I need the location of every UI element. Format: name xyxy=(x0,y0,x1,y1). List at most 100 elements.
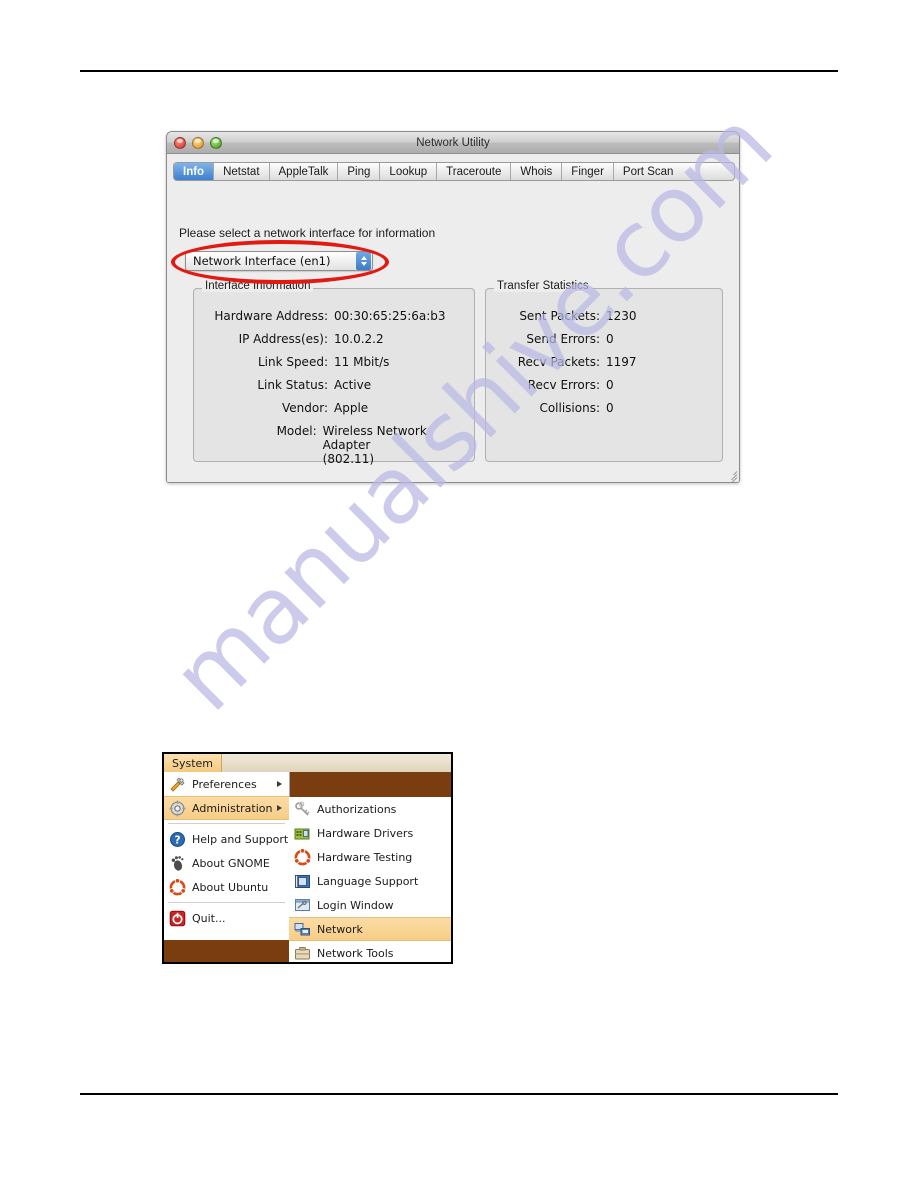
network-interface-select[interactable]: Network Interface (en1) xyxy=(185,251,373,271)
field-label: Send Errors: xyxy=(526,332,600,346)
menu-item-administration[interactable]: Administration xyxy=(164,796,289,820)
help-question-icon: ? xyxy=(169,831,186,848)
stepper-arrows-icon[interactable] xyxy=(356,252,371,270)
window-titlebar[interactable]: Network Utility xyxy=(167,132,739,154)
field-value: 0 xyxy=(606,332,614,346)
field-row: Hardware Address: 00:30:65:25:6a:b3 xyxy=(204,309,464,323)
field-label: Vendor: xyxy=(282,401,328,415)
tab-traceroute[interactable]: Traceroute xyxy=(437,163,512,180)
administration-submenu: Authorizations Hardware Drivers Hardware… xyxy=(289,797,451,962)
power-quit-icon xyxy=(169,910,186,927)
field-label: Link Speed: xyxy=(257,355,328,369)
network-tools-icon xyxy=(294,945,311,962)
field-row: Link Speed: 11 Mbit/s xyxy=(204,355,464,369)
administration-gear-icon xyxy=(169,800,186,817)
table-row: Collisions: 0 xyxy=(496,401,712,415)
field-value: 0 xyxy=(606,378,614,392)
network-computers-icon xyxy=(294,921,311,938)
table-row: Recv Errors: 0 xyxy=(496,378,712,392)
submenu-item-network[interactable]: Network xyxy=(289,917,451,941)
window-content: Info Netstat AppleTalk Ping Lookup Trace… xyxy=(167,154,739,482)
tab-lookup[interactable]: Lookup xyxy=(380,163,438,180)
tab-netstat[interactable]: Netstat xyxy=(214,163,270,180)
page-footer-rule xyxy=(80,1093,838,1095)
menu-column-filler xyxy=(164,930,289,940)
field-value: Apple xyxy=(334,401,369,415)
submenu-item-label: Network xyxy=(317,922,363,936)
network-interface-select-value: Network Interface (en1) xyxy=(193,254,331,268)
field-value: Wireless Network Adapter (802.11) xyxy=(322,424,427,466)
submenu-item-hardware-testing[interactable]: Hardware Testing xyxy=(289,845,451,869)
field-label: Recv Packets: xyxy=(517,355,600,369)
window-title: Network Utility xyxy=(416,136,490,149)
chevron-up-icon xyxy=(360,256,367,260)
interface-information-group: Interface Information Hardware Address: … xyxy=(193,280,475,466)
menu-item-label: Preferences xyxy=(192,777,257,791)
menu-item-about-gnome[interactable]: About GNOME xyxy=(164,851,289,875)
submenu-item-login-window[interactable]: Login Window xyxy=(289,893,451,917)
tab-info[interactable]: Info xyxy=(174,163,215,180)
system-menu-column: Preferences Administration ? Help and Su… xyxy=(164,772,290,940)
submenu-item-label: Login Window xyxy=(317,898,394,912)
submenu-arrow-icon xyxy=(277,805,282,811)
transfer-statistics-group: Transfer Statistics Sent Packets: 1230 S… xyxy=(485,280,723,462)
field-row: Link Status: Active xyxy=(204,378,464,392)
menu-separator xyxy=(168,902,285,903)
menu-item-quit[interactable]: Quit... xyxy=(164,906,289,930)
submenu-item-language-support[interactable]: Language Support xyxy=(289,869,451,893)
menu-item-label: Quit... xyxy=(192,911,226,925)
ubuntu-logo-icon xyxy=(169,877,186,896)
menu-item-label: About GNOME xyxy=(192,856,270,870)
field-value: 1197 xyxy=(606,355,637,369)
tab-bar: Info Netstat AppleTalk Ping Lookup Trace… xyxy=(173,162,735,181)
submenu-item-label: Hardware Testing xyxy=(317,850,413,864)
table-row: Recv Packets: 1197 xyxy=(496,355,712,369)
keys-icon xyxy=(294,800,311,818)
panel-menu-system[interactable]: System xyxy=(164,754,223,772)
table-row: Send Errors: 0 xyxy=(496,332,712,346)
field-value: 0 xyxy=(606,401,614,415)
field-value: 1230 xyxy=(606,309,637,323)
field-row: IP Address(es): 10.0.2.2 xyxy=(204,332,464,346)
gnome-foot-icon xyxy=(169,855,186,872)
gnome-system-menu: System Preferences Administration ? Help… xyxy=(162,752,453,964)
resize-grip-icon[interactable] xyxy=(724,467,738,482)
interface-information-title: Interface Information xyxy=(202,280,314,292)
field-label: Model: xyxy=(276,424,317,438)
table-row: Sent Packets: 1230 xyxy=(496,309,712,323)
field-label: Hardware Address: xyxy=(214,309,328,323)
field-label: Link Status: xyxy=(257,378,328,392)
submenu-item-authorizations[interactable]: Authorizations xyxy=(289,797,451,821)
field-row: Model: Wireless Network Adapter (802.11) xyxy=(204,424,464,466)
submenu-item-hardware-drivers[interactable]: Hardware Drivers xyxy=(289,821,451,845)
menu-item-label: Help and Support xyxy=(192,832,289,846)
submenu-item-label: Authorizations xyxy=(317,802,397,816)
tab-port-scan[interactable]: Port Scan xyxy=(613,163,683,180)
submenu-item-label: Hardware Drivers xyxy=(317,826,414,840)
transfer-statistics-frame: Sent Packets: 1230 Send Errors: 0 Recv P… xyxy=(485,288,723,462)
menu-item-help-and-support[interactable]: ? Help and Support xyxy=(164,827,289,851)
field-label: Recv Errors: xyxy=(527,378,600,392)
tab-ping[interactable]: Ping xyxy=(338,163,381,180)
field-value: 00:30:65:25:6a:b3 xyxy=(334,309,446,323)
field-label: Sent Packets: xyxy=(519,309,600,323)
tab-appletalk[interactable]: AppleTalk xyxy=(269,163,339,180)
network-utility-window: Network Utility Info Netstat AppleTalk P… xyxy=(166,131,740,483)
language-flag-icon xyxy=(294,873,311,890)
tab-whois[interactable]: Whois xyxy=(511,163,563,180)
field-label: Collisions: xyxy=(539,401,600,415)
hardware-drivers-icon xyxy=(294,825,311,842)
chevron-down-icon xyxy=(360,262,367,266)
tab-finger[interactable]: Finger xyxy=(562,163,614,180)
gnome-panel-strip: System xyxy=(164,754,451,772)
menu-item-preferences[interactable]: Preferences xyxy=(164,772,289,796)
submenu-item-label: Language Support xyxy=(317,874,419,888)
page-header-rule xyxy=(80,70,838,72)
transfer-statistics-title: Transfer Statistics xyxy=(494,280,592,292)
submenu-item-network-tools[interactable]: Network Tools xyxy=(289,941,451,962)
interface-information-fields: Hardware Address: 00:30:65:25:6a:b3 IP A… xyxy=(194,309,474,475)
ubuntu-logo-icon xyxy=(294,847,311,866)
menu-item-about-ubuntu[interactable]: About Ubuntu xyxy=(164,875,289,899)
submenu-item-label: Network Tools xyxy=(317,946,394,960)
menu-separator xyxy=(168,823,285,824)
